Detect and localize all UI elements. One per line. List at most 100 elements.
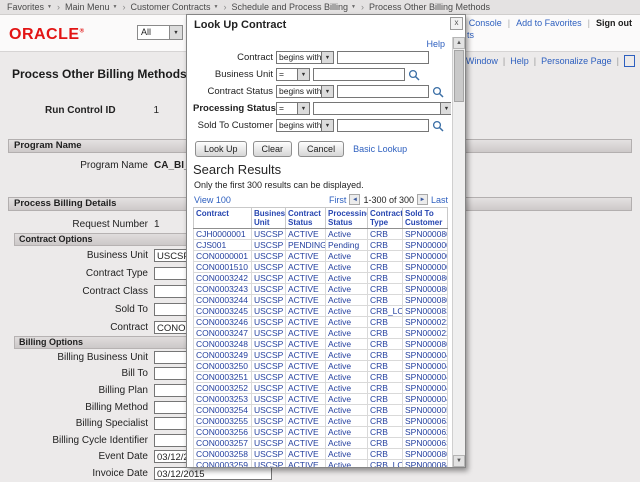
cell-contract-type[interactable]: CRB bbox=[368, 328, 403, 339]
cell-contract-type[interactable]: CRB bbox=[368, 416, 403, 427]
cell-processing-status[interactable]: Active bbox=[326, 229, 368, 240]
cell-contract[interactable]: CON0003255 bbox=[194, 416, 252, 427]
cell-contract[interactable]: CON0003247 bbox=[194, 328, 252, 339]
breadcrumb-item-schedule-and-process-billing[interactable]: Schedule and Process Billing▼ bbox=[231, 2, 356, 12]
column-header-contract[interactable]: Contract bbox=[194, 208, 252, 229]
contract-status-operator-select[interactable]: begins with▼ bbox=[276, 85, 334, 98]
column-header-processing-status[interactable]: Processing Status bbox=[326, 208, 368, 229]
cell-processing-status[interactable]: Active bbox=[326, 449, 368, 460]
view-all-link[interactable]: View 100 bbox=[194, 195, 231, 205]
cell-processing-status[interactable]: Active bbox=[326, 427, 368, 438]
cell-contract[interactable]: CON0003257 bbox=[194, 438, 252, 449]
cell-processing-status[interactable]: Active bbox=[326, 361, 368, 372]
cell-contract-status[interactable]: ACTIVE bbox=[286, 317, 326, 328]
cell-contract-status[interactable]: ACTIVE bbox=[286, 416, 326, 427]
business-unit-input[interactable] bbox=[313, 68, 405, 81]
cell-contract[interactable]: CON0003258 bbox=[194, 449, 252, 460]
cell-sold-to-customer[interactable]: SPN0000809 bbox=[403, 339, 448, 350]
cell-business-unit[interactable]: USCSP bbox=[252, 460, 286, 468]
sold-to-customer-operator-select[interactable]: begins with▼ bbox=[276, 119, 334, 132]
cell-sold-to-customer[interactable]: SPN0000809 bbox=[403, 229, 448, 240]
cell-processing-status[interactable]: Active bbox=[326, 295, 368, 306]
breadcrumb-item-process-other-billing-methods[interactable]: Process Other Billing Methods bbox=[369, 2, 490, 12]
help-link[interactable]: Help bbox=[426, 39, 445, 49]
cell-contract-type[interactable]: CRB bbox=[368, 449, 403, 460]
cell-business-unit[interactable]: USCSP bbox=[252, 438, 286, 449]
cell-contract[interactable]: CON0003243 bbox=[194, 284, 252, 295]
breadcrumb-item-customer-contracts[interactable]: Customer Contracts▼ bbox=[130, 2, 218, 12]
cell-contract[interactable]: CON0003251 bbox=[194, 372, 252, 383]
cell-contract-type[interactable]: CRB bbox=[368, 229, 403, 240]
cell-contract-status[interactable]: ACTIVE bbox=[286, 295, 326, 306]
cell-contract-status[interactable]: ACTIVE bbox=[286, 405, 326, 416]
cell-processing-status[interactable]: Active bbox=[326, 350, 368, 361]
cell-sold-to-customer[interactable]: SPN0000622 bbox=[403, 427, 448, 438]
cell-contract[interactable]: CON0003242 bbox=[194, 273, 252, 284]
sign-out-link[interactable]: Sign out bbox=[596, 18, 632, 28]
cell-contract-status[interactable]: ACTIVE bbox=[286, 273, 326, 284]
cell-business-unit[interactable]: USCSP bbox=[252, 361, 286, 372]
cell-contract[interactable]: CON0003254 bbox=[194, 405, 252, 416]
cell-business-unit[interactable]: USCSP bbox=[252, 416, 286, 427]
business-unit-operator-select[interactable]: =▼ bbox=[276, 68, 310, 81]
search-lookup-icon[interactable] bbox=[408, 69, 420, 81]
column-header-contract-type[interactable]: Contract Type bbox=[368, 208, 403, 229]
cell-business-unit[interactable]: USCSP bbox=[252, 427, 286, 438]
console-link[interactable]: Console bbox=[469, 18, 502, 28]
cell-contract-status[interactable]: ACTIVE bbox=[286, 339, 326, 350]
cell-contract-type[interactable]: CRB bbox=[368, 383, 403, 394]
cell-business-unit[interactable]: USCSP bbox=[252, 383, 286, 394]
cell-sold-to-customer[interactable]: SPN0000809 bbox=[403, 449, 448, 460]
cell-sold-to-customer[interactable]: SPN0000223 bbox=[403, 317, 448, 328]
cell-sold-to-customer[interactable]: SPN0000040 bbox=[403, 394, 448, 405]
cell-business-unit[interactable]: USCSP bbox=[252, 372, 286, 383]
cell-contract-status[interactable]: ACTIVE bbox=[286, 284, 326, 295]
cell-contract[interactable]: CON0003245 bbox=[194, 306, 252, 317]
cell-contract[interactable]: CON0003259 bbox=[194, 460, 252, 468]
cell-business-unit[interactable]: USCSP bbox=[252, 229, 286, 240]
cell-contract-status[interactable]: ACTIVE bbox=[286, 262, 326, 273]
cell-processing-status[interactable]: Active bbox=[326, 416, 368, 427]
search-lookup-icon[interactable] bbox=[432, 120, 444, 132]
cell-sold-to-customer[interactable]: SPN0000636 bbox=[403, 438, 448, 449]
cell-processing-status[interactable]: Active bbox=[326, 394, 368, 405]
cell-contract-status[interactable]: ACTIVE bbox=[286, 328, 326, 339]
scrollbar-thumb[interactable] bbox=[454, 50, 464, 102]
cell-contract-type[interactable]: CRB bbox=[368, 372, 403, 383]
cell-contract-status[interactable]: ACTIVE bbox=[286, 306, 326, 317]
cell-contract-type[interactable]: CRB bbox=[368, 240, 403, 251]
column-header-contract-status[interactable]: Contract Status bbox=[286, 208, 326, 229]
cell-contract-status[interactable]: ACTIVE bbox=[286, 361, 326, 372]
scroll-down-icon[interactable]: ▼ bbox=[453, 455, 465, 467]
cell-contract-type[interactable]: CRB bbox=[368, 273, 403, 284]
contract-input[interactable] bbox=[337, 51, 429, 64]
cell-sold-to-customer[interactable]: SPN0000052 bbox=[403, 405, 448, 416]
cell-contract[interactable]: CJH0000001 bbox=[194, 229, 252, 240]
cell-sold-to-customer[interactable]: SPN0000004 bbox=[403, 251, 448, 262]
invoice-date-input[interactable]: 03/12/2015 bbox=[154, 467, 272, 480]
cell-sold-to-customer[interactable]: SPN0000636 bbox=[403, 416, 448, 427]
processing-status-operator-select[interactable]: =▼ bbox=[276, 102, 310, 115]
scroll-up-icon[interactable]: ▲ bbox=[453, 37, 465, 49]
cell-contract[interactable]: CON0003248 bbox=[194, 339, 252, 350]
cell-contract[interactable]: CON0001510 bbox=[194, 262, 252, 273]
cell-contract-status[interactable]: ACTIVE bbox=[286, 394, 326, 405]
cell-business-unit[interactable]: USCSP bbox=[252, 350, 286, 361]
cell-business-unit[interactable]: USCSP bbox=[252, 240, 286, 251]
cell-sold-to-customer[interactable]: SPN0000223 bbox=[403, 328, 448, 339]
cell-business-unit[interactable]: USCSP bbox=[252, 394, 286, 405]
cell-business-unit[interactable]: USCSP bbox=[252, 273, 286, 284]
cell-contract-type[interactable]: CRB bbox=[368, 339, 403, 350]
cell-contract-status[interactable]: ACTIVE bbox=[286, 460, 326, 468]
cell-processing-status[interactable]: Active bbox=[326, 328, 368, 339]
cell-contract-type[interactable]: CRB bbox=[368, 394, 403, 405]
cell-business-unit[interactable]: USCSP bbox=[252, 405, 286, 416]
cell-business-unit[interactable]: USCSP bbox=[252, 295, 286, 306]
cell-contract-type[interactable]: CRB bbox=[368, 284, 403, 295]
cell-processing-status[interactable]: Active bbox=[326, 251, 368, 262]
cell-contract-type[interactable]: CRB bbox=[368, 262, 403, 273]
cell-contract[interactable]: CON0003246 bbox=[194, 317, 252, 328]
sold-to-customer-input[interactable] bbox=[337, 119, 429, 132]
search-scope-select[interactable]: All ▼ bbox=[137, 25, 183, 40]
cell-contract-type[interactable]: CRB bbox=[368, 405, 403, 416]
